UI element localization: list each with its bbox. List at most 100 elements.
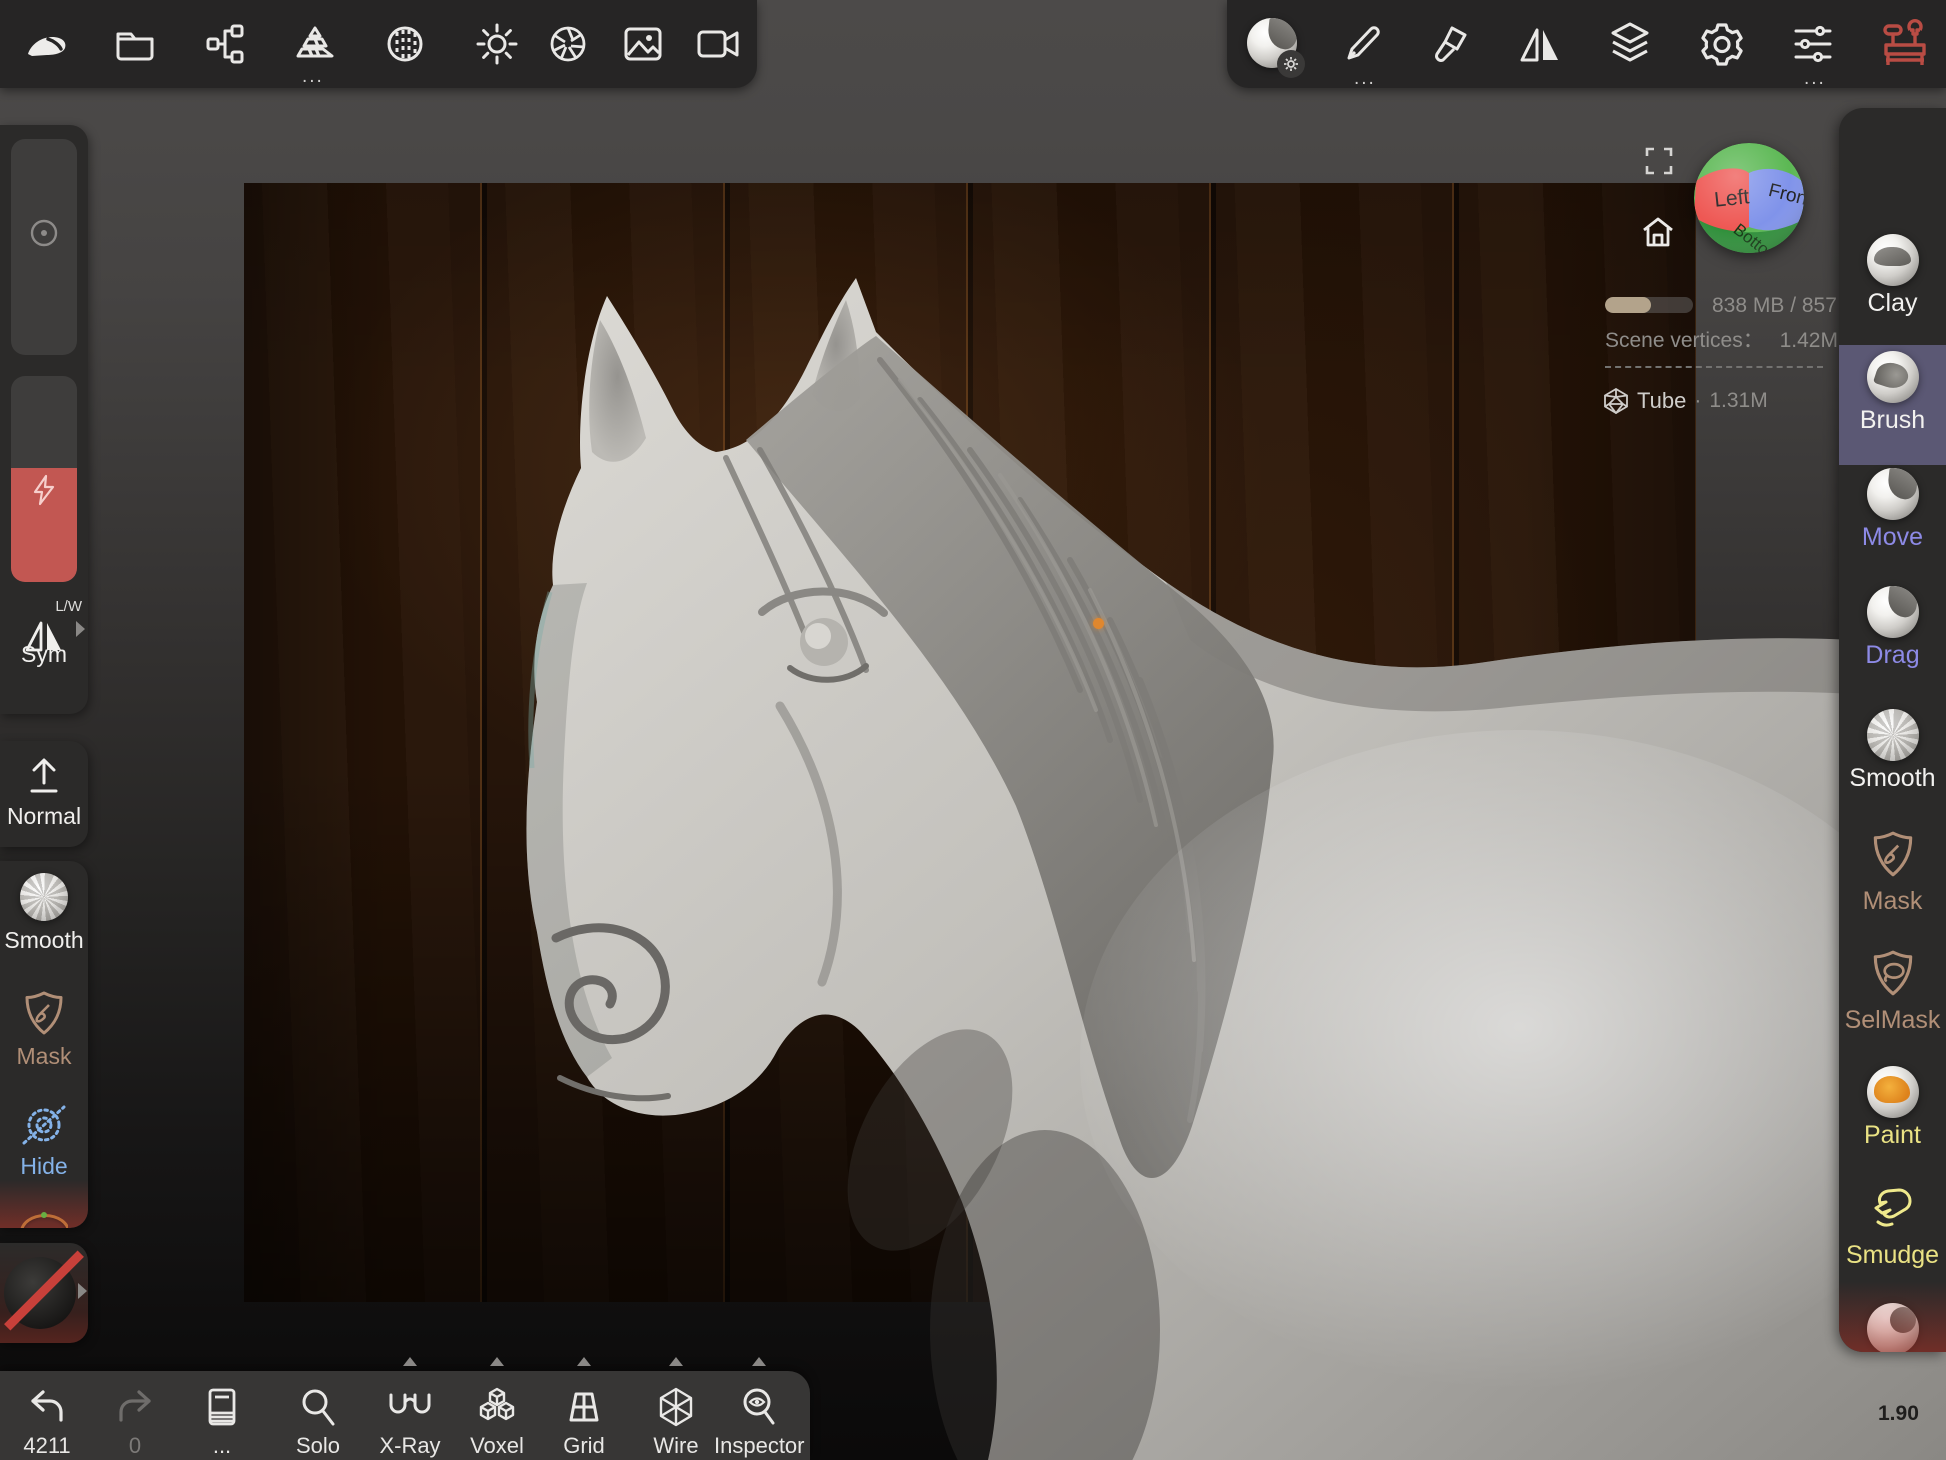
tool-sidebar: Clay Brush Move Drag Smooth Mask [1839, 108, 1946, 1352]
undo-icon [2, 1371, 92, 1435]
stylus-icon[interactable] [1341, 22, 1385, 66]
grid-icon [539, 1371, 629, 1435]
undo-count: 4211 [2, 1435, 92, 1457]
camera-icon[interactable] [695, 24, 741, 64]
paintbrush-icon[interactable] [1427, 22, 1471, 66]
orientation-ball[interactable]: Left Front Bottom [1694, 143, 1804, 253]
wireframe-icon [631, 1371, 721, 1435]
selmask-shield-icon [1839, 941, 1946, 1003]
intensity-lightning-icon [28, 474, 60, 506]
sliders-icon[interactable] [1791, 22, 1835, 66]
quick-smooth-tool[interactable]: Smooth [0, 867, 88, 954]
normal-label: Normal [0, 803, 88, 830]
sliders-more-indicator: ... [1804, 74, 1826, 84]
normal-arrow-icon [25, 755, 63, 797]
material-sphere-icon[interactable] [1247, 18, 1297, 68]
tool-brush[interactable]: Brush [1839, 345, 1946, 457]
alpha-none-panel[interactable] [0, 1243, 88, 1343]
stroke-normal-panel[interactable]: Normal [0, 741, 88, 847]
home-view-icon[interactable] [1641, 216, 1675, 248]
sym-lw-label: L/W [55, 598, 82, 615]
tool-selmask[interactable]: SelMask [1839, 941, 1946, 1053]
tool-paint[interactable]: Paint [1839, 1060, 1946, 1172]
toolbox-icon[interactable] [1879, 18, 1931, 70]
journal-icon [177, 1371, 267, 1435]
scene-vertices-line: Scene vertices： 1.42M [1605, 324, 1839, 354]
memory-usage-text: 838 MB / 857 MB [1712, 294, 1839, 318]
quick-tools-panel: Smooth Mask Hide [0, 861, 88, 1228]
memory-usage-bar [1605, 297, 1693, 313]
zoom-scale-readout: 1.90 [1878, 1402, 1919, 1426]
xray-caret [403, 1357, 417, 1366]
redo-button[interactable]: 0 [90, 1371, 180, 1460]
solo-magnifier-icon [273, 1371, 363, 1435]
object-vertex-count: 1.31M [1709, 389, 1767, 413]
radius-slider[interactable] [11, 139, 77, 355]
wire-toggle[interactable]: Wire [631, 1371, 721, 1460]
scene-vertices-label: Scene vertices： [1605, 329, 1764, 352]
lighting-icon[interactable] [475, 22, 519, 66]
smudge-finger-icon [1839, 1176, 1946, 1238]
wire-caret [669, 1357, 683, 1366]
object-name: Tube [1637, 388, 1686, 414]
top-right-toolbar: ... ... [1227, 0, 1946, 88]
gizmo-tool-partial[interactable] [20, 1212, 68, 1228]
xray-toggle[interactable]: X-Ray [365, 1371, 455, 1460]
top-left-toolbar: ... [0, 0, 757, 88]
quick-mask-tool[interactable]: Mask [0, 985, 88, 1070]
tool-smooth[interactable]: Smooth [1839, 703, 1946, 815]
sym-label: Sym [0, 641, 88, 668]
stats-separator [1605, 366, 1823, 368]
background-image-icon[interactable] [621, 22, 665, 66]
symmetry-icon[interactable] [1518, 22, 1562, 66]
grid-caret [577, 1357, 591, 1366]
undo-button[interactable]: 4211 [2, 1371, 92, 1460]
mask-shield-icon [0, 989, 88, 1039]
mesh-icosahedron-icon [1603, 388, 1629, 414]
bottom-toolbar: 4211 0 ... Solo X-Ray [0, 1371, 810, 1460]
intensity-slider[interactable] [11, 376, 77, 582]
layers-icon[interactable] [1607, 20, 1653, 68]
tool-clay[interactable]: Clay [1839, 228, 1946, 340]
object-sep: · [1694, 389, 1701, 413]
layer-pyramid-icon[interactable] [293, 22, 337, 66]
app-logo-icon[interactable] [24, 24, 70, 64]
history-journal-button[interactable]: ... [177, 1371, 267, 1460]
postprocess-icon[interactable] [546, 22, 590, 66]
brush-settings-panel: L/W Sym [0, 125, 88, 714]
tool-drag[interactable]: Drag [1839, 580, 1946, 692]
pyramid-more-indicator: ... [302, 72, 324, 82]
redo-count: 0 [90, 1435, 180, 1457]
grid-toggle[interactable]: Grid [539, 1371, 629, 1460]
fullscreen-icon[interactable] [1645, 147, 1673, 175]
xray-glasses-icon [365, 1371, 455, 1435]
scene-graph-icon[interactable] [203, 22, 247, 66]
tool-mask[interactable]: Mask [1839, 822, 1946, 934]
settings-gear-icon[interactable] [1698, 20, 1746, 68]
material-settings-badge[interactable] [1277, 50, 1305, 78]
solo-toggle[interactable]: Solo [273, 1371, 363, 1460]
folder-icon[interactable] [113, 22, 157, 66]
sym-expand-arrow[interactable] [76, 621, 85, 637]
stylus-more-indicator: ... [1354, 74, 1376, 84]
tool-smudge[interactable]: Smudge [1839, 1176, 1946, 1288]
voxel-caret [490, 1357, 504, 1366]
inspector-caret [752, 1357, 766, 1366]
hide-dissolve-icon [0, 1101, 88, 1149]
matcap-icon[interactable] [383, 22, 427, 66]
inspector-button[interactable]: Inspector [714, 1371, 804, 1460]
object-stats-line: Tube · 1.31M [1603, 388, 1768, 414]
app-window: ... ... [0, 0, 1946, 1460]
radius-icon [28, 217, 60, 249]
voxel-button[interactable]: Voxel [452, 1371, 542, 1460]
journal-more: ... [177, 1435, 267, 1457]
stroke-cursor-dot [1093, 618, 1104, 629]
tool-move[interactable]: Move [1839, 462, 1946, 574]
quick-hide-tool[interactable]: Hide [0, 1097, 88, 1180]
inspector-eye-icon [714, 1371, 804, 1435]
voxel-cubes-icon [452, 1371, 542, 1435]
scene-vertices-value: 1.42M [1780, 329, 1838, 352]
alpha-expand-arrow[interactable] [78, 1283, 87, 1299]
sidebar-scroll-fade [1839, 1282, 1946, 1352]
mask-shield-icon [1839, 822, 1946, 884]
